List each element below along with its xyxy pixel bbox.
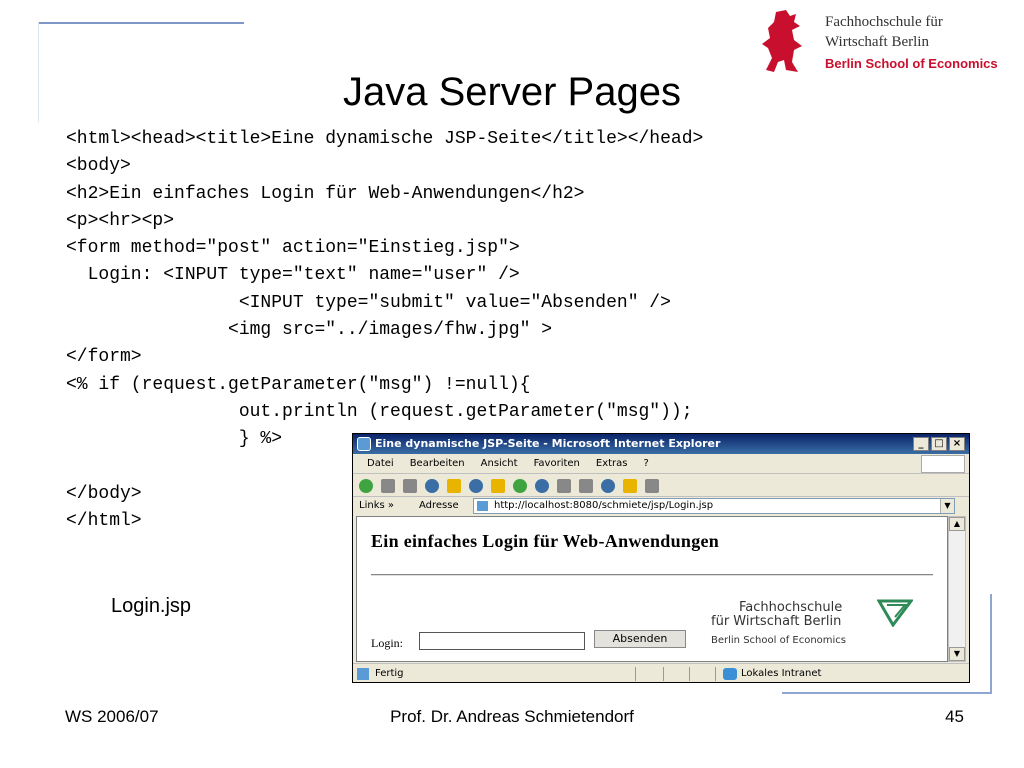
code-line: out.println (request.getParameter("msg")… (66, 401, 693, 422)
links-label[interactable]: Links » (359, 497, 394, 515)
home-icon[interactable] (447, 478, 461, 493)
login-label: Login: (371, 636, 403, 650)
submit-button[interactable]: Absenden (594, 630, 686, 648)
horizontal-rule (371, 574, 933, 576)
menu-favoriten[interactable]: Favoriten (534, 454, 580, 473)
close-button[interactable]: × (949, 437, 965, 451)
minimize-button[interactable]: _ (913, 437, 929, 451)
stop-icon[interactable] (403, 478, 417, 493)
berlin-bear-icon (762, 10, 802, 72)
browser-window: Eine dynamische JSP-Seite - Microsoft In… (352, 433, 970, 683)
logo-line-1: Fachhochschule für (825, 14, 943, 30)
print-icon[interactable] (579, 478, 593, 493)
browser-menubar: Datei Bearbeiten Ansicht Favoriten Extra… (353, 454, 969, 474)
page-icon (477, 501, 488, 511)
logo-line-2: Wirtschaft Berlin (825, 34, 929, 50)
decor-line-top (38, 22, 244, 24)
status-text: Fertig (375, 668, 404, 679)
maximize-button[interactable]: □ (931, 437, 947, 451)
code-line: <html><head><title>Eine dynamische JSP-S… (66, 129, 704, 149)
status-divider (663, 667, 664, 681)
page-done-icon (357, 668, 369, 680)
fhw-text-line-2: für Wirtschaft Berlin (711, 614, 842, 629)
menu-bearbeiten[interactable]: Bearbeiten (410, 454, 465, 473)
code-line: Login: <INPUT type="text" name="user" /> (66, 265, 520, 286)
intranet-icon (723, 668, 737, 680)
links-text: Links (359, 500, 385, 511)
code-line: <img src="../images/fhw.jpg" > (66, 320, 553, 341)
login-input[interactable] (419, 632, 585, 650)
status-divider (635, 667, 636, 681)
chevron-down-icon[interactable]: ▼ (940, 499, 954, 513)
code-line: <body> (66, 156, 131, 177)
scroll-down-icon[interactable]: ▼ (949, 647, 965, 661)
browser-titlebar: Eine dynamische JSP-Seite - Microsoft In… (353, 434, 969, 454)
address-label: Adresse (419, 500, 459, 511)
window-controls: _ □ × (913, 437, 965, 451)
vertical-scrollbar[interactable]: ▲ ▼ (948, 516, 966, 662)
footer-author: Prof. Dr. Andreas Schmietendorf (390, 707, 634, 726)
refresh-icon[interactable] (425, 478, 439, 493)
fhw-text-line-3: Berlin School of Economics (711, 635, 847, 646)
forward-icon[interactable] (381, 478, 395, 493)
back-icon[interactable] (359, 478, 373, 493)
status-divider (715, 667, 716, 681)
mail-icon[interactable] (557, 478, 571, 493)
fhw-text-line-1: Fachhochschule (739, 600, 843, 615)
slide-title: Java Server Pages (343, 70, 681, 114)
logo-line-3: Berlin School of Economics (825, 56, 998, 71)
code-line: </form> (66, 347, 142, 368)
scroll-up-icon[interactable]: ▲ (949, 517, 965, 531)
decor-line-right-vertical (990, 594, 992, 694)
menu-datei[interactable]: Datei (367, 454, 394, 473)
code-line: <% if (request.getParameter("msg") !=nul… (66, 374, 531, 395)
discuss-icon[interactable] (645, 478, 659, 493)
address-field[interactable]: http://localhost:8080/schmiete/jsp/Login… (473, 498, 955, 514)
search-icon[interactable] (469, 478, 483, 493)
menu-extras[interactable]: Extras (596, 454, 628, 473)
browser-title: Eine dynamische JSP-Seite - Microsoft In… (375, 437, 721, 450)
ie-icon (357, 437, 371, 451)
status-divider (689, 667, 690, 681)
fhw-logo-icon (877, 599, 913, 627)
folder-icon[interactable] (623, 478, 637, 493)
decor-line-right-horizontal (782, 692, 992, 694)
code-line: <p><hr><p> (66, 210, 175, 231)
code-line: <INPUT type="submit" value="Absenden" /> (66, 292, 671, 313)
page-number: 45 (945, 707, 964, 726)
caption: Login.jsp (111, 595, 192, 617)
zone-text: Lokales Intranet (741, 668, 822, 679)
code-line: <form method="post" action="Einstieg.jsp… (66, 238, 520, 259)
favorites-icon[interactable] (491, 478, 505, 493)
browser-content: Ein einfaches Login für Web-Anwendungen … (356, 516, 948, 662)
windows-flag-icon (921, 455, 965, 473)
code-line: <h2>Ein einfaches Login für Web-Anwendun… (66, 183, 585, 204)
page-heading: Ein einfaches Login für Web-Anwendungen (371, 531, 720, 551)
menu-ansicht[interactable]: Ansicht (481, 454, 518, 473)
menu-help[interactable]: ? (644, 454, 649, 473)
links-chevron: » (387, 500, 395, 511)
address-bar: Links » Adresse http://localhost:8080/sc… (353, 497, 969, 515)
browser-toolbar (353, 475, 969, 497)
status-bar: Fertig Lokales Intranet (353, 663, 969, 682)
edit-icon[interactable] (601, 478, 615, 493)
address-url: http://localhost:8080/schmiete/jsp/Login… (494, 500, 714, 511)
history-icon[interactable] (535, 478, 549, 493)
media-icon[interactable] (513, 478, 527, 493)
